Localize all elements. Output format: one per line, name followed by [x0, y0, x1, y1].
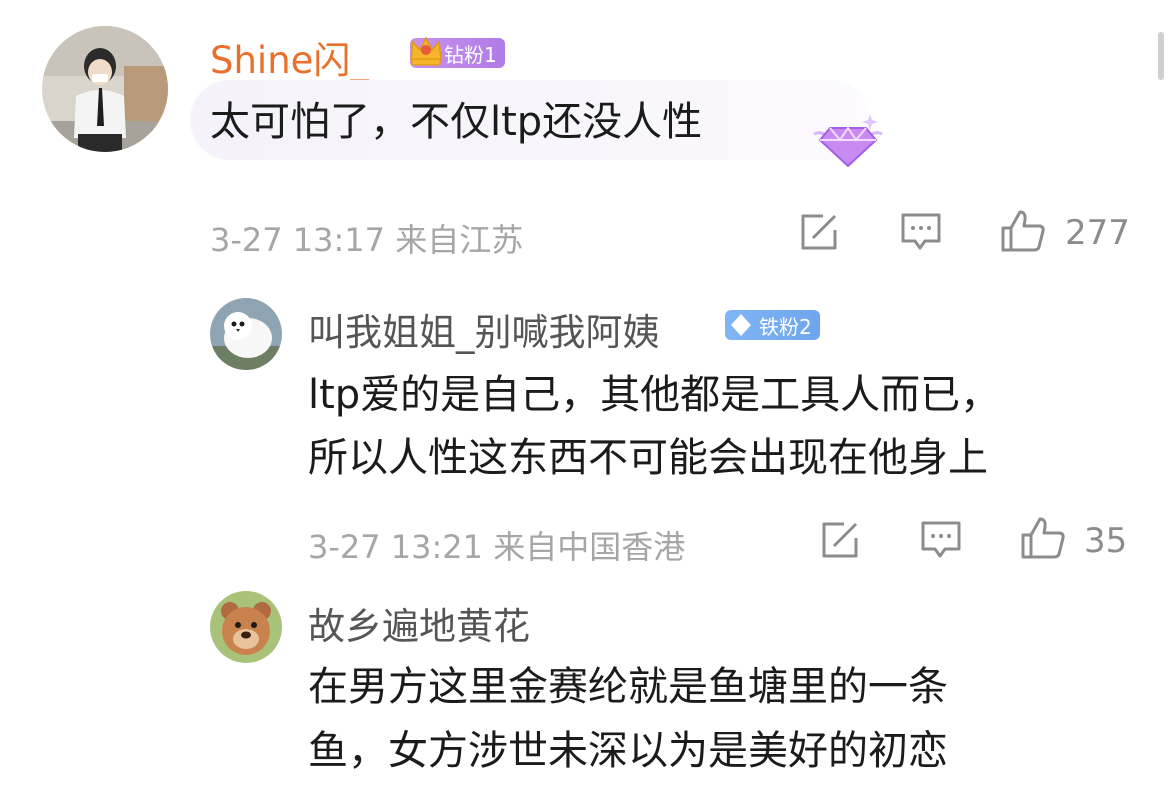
comment-icon[interactable] — [900, 212, 942, 252]
fan-badge[interactable]: 钻粉1 — [410, 36, 505, 68]
thumbs-up-icon[interactable] — [1000, 208, 1046, 254]
username[interactable]: 叫我姐姐_别喊我阿姨 — [308, 302, 660, 356]
comment-text-line: 所以人性这东西不可能会出现在他身上 — [308, 435, 988, 481]
username[interactable]: Shine闪_ — [210, 30, 369, 84]
diamond-icon — [729, 312, 753, 343]
like-count: 35 — [1084, 521, 1128, 561]
avatar[interactable] — [210, 298, 282, 370]
crown-icon — [406, 30, 446, 75]
scrollbar[interactable] — [1158, 32, 1164, 80]
badge-label: 钻粉1 — [444, 42, 497, 67]
comment-meta: 3-27 13:21 来自中国香港 — [308, 528, 686, 566]
diamond-icon — [808, 108, 888, 174]
comment-text-line: 鱼，女方涉世未深以为是美好的初恋 — [308, 728, 948, 774]
username[interactable]: 故乡遍地黄花 — [308, 596, 530, 650]
avatar[interactable] — [42, 26, 168, 152]
badge-label: 铁粉2 — [759, 314, 812, 339]
comment-text-line: ltp爱的是自己，其他都是工具人而已， — [308, 372, 1001, 418]
comment-icon[interactable] — [920, 520, 962, 560]
fan-badge[interactable]: 铁粉2 — [725, 310, 820, 340]
comment-meta: 3-27 13:17 来自江苏 — [210, 221, 524, 259]
share-icon[interactable] — [799, 212, 839, 252]
comment-text-line: 在男方这里金赛纶就是鱼塘里的一条 — [308, 664, 948, 710]
avatar[interactable] — [210, 591, 282, 663]
share-icon[interactable] — [820, 520, 860, 560]
comment-text: 太可怕了，不仅ltp还没人性 — [210, 99, 703, 145]
like-count: 277 — [1065, 213, 1130, 253]
thumbs-up-icon[interactable] — [1020, 515, 1066, 561]
